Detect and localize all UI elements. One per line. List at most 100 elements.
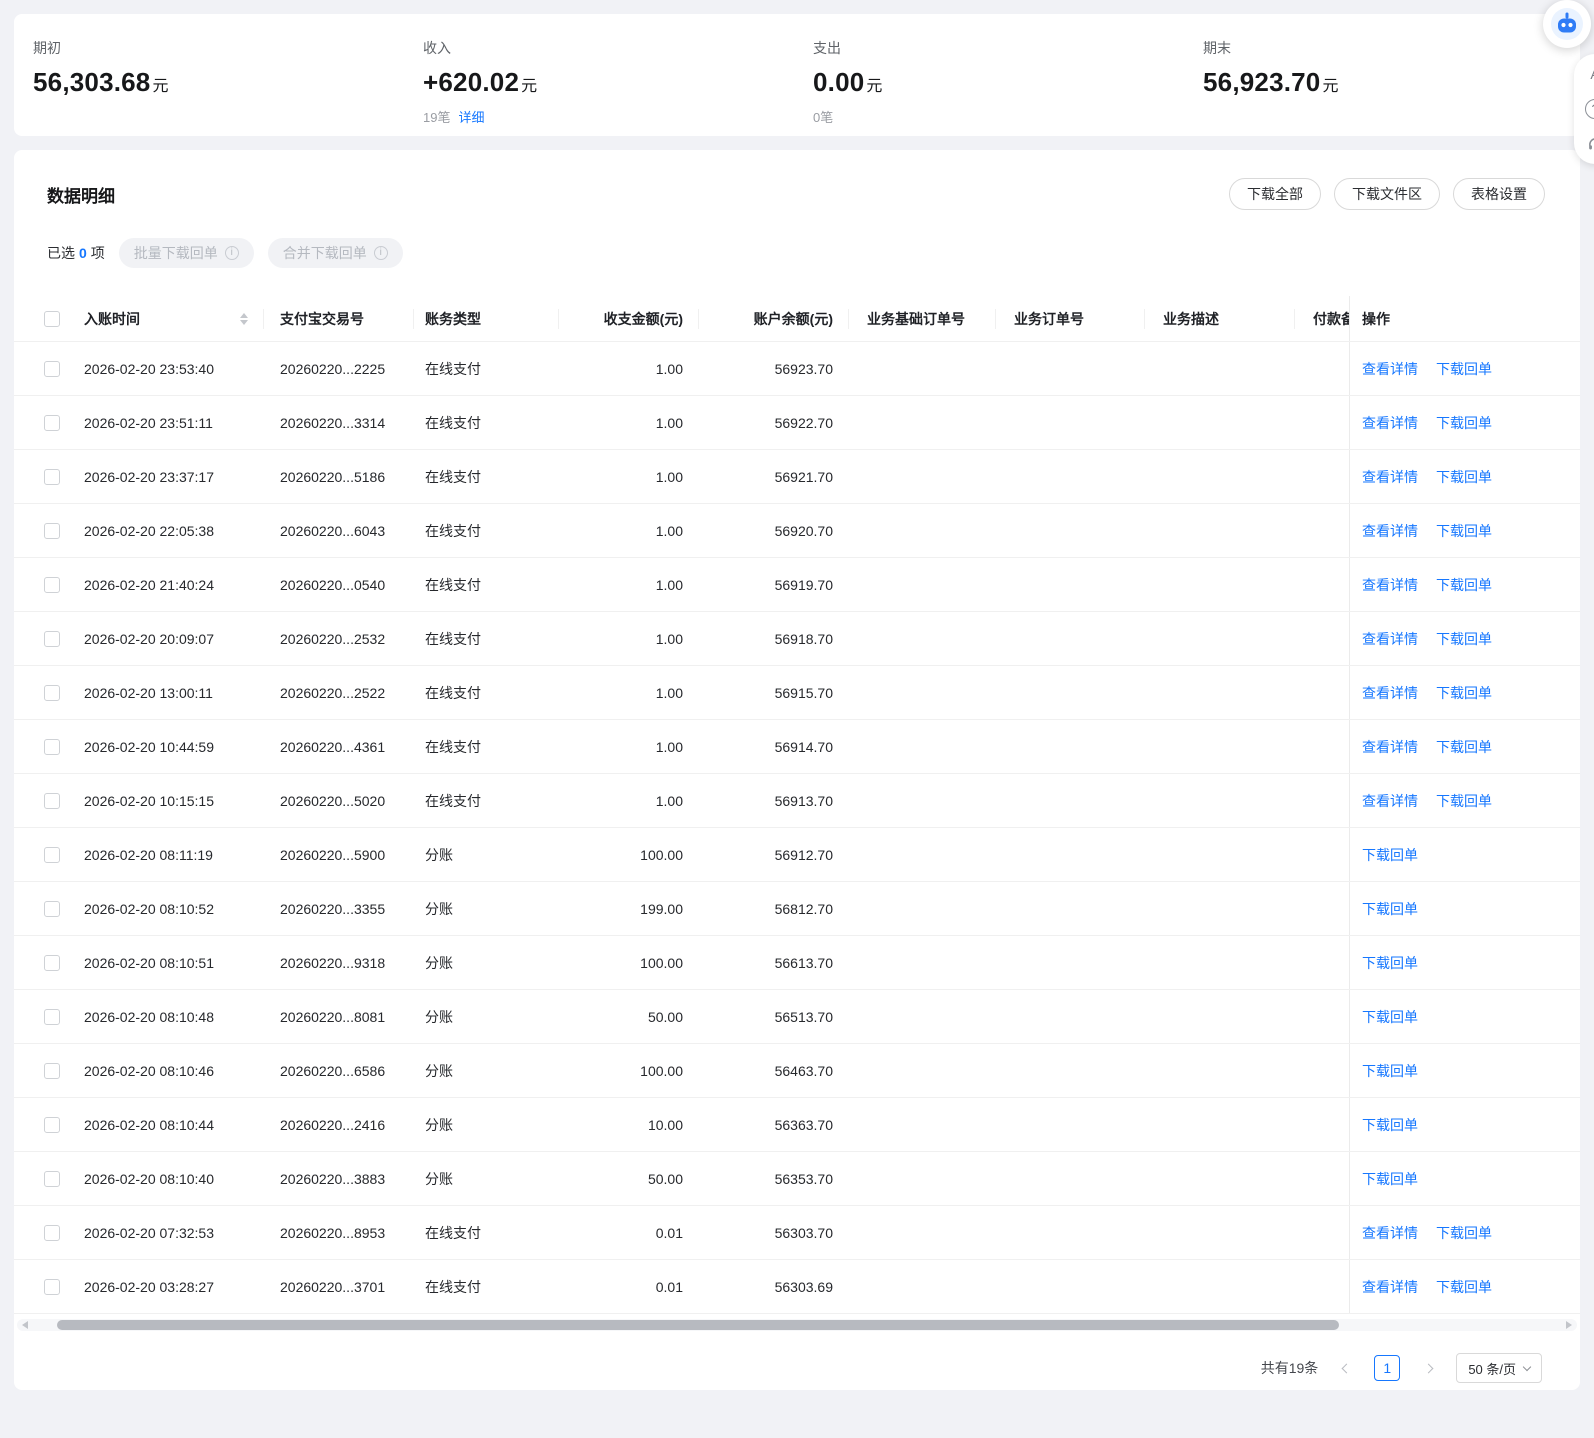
download-receipt-link[interactable]: 下载回单 [1362, 845, 1418, 865]
scrollbar-thumb[interactable] [57, 1320, 1339, 1330]
cell-actions: 查看详情下载回单 [1349, 450, 1580, 503]
row-checkbox[interactable] [44, 685, 60, 701]
table-row: 2026-02-20 10:44:5920260220...4361在线支付1.… [14, 720, 1580, 774]
row-checkbox[interactable] [44, 415, 60, 431]
row-checkbox[interactable] [44, 631, 60, 647]
cell-account-type: 在线支付 [414, 558, 559, 611]
column-header-1[interactable]: 入账时间 [74, 296, 264, 341]
view-detail-link[interactable]: 查看详情 [1362, 737, 1418, 757]
view-detail-link[interactable]: 查看详情 [1362, 413, 1418, 433]
cell-balance: 56303.69 [699, 1260, 849, 1313]
cell-payment-remark [1295, 720, 1349, 773]
row-checkbox[interactable] [44, 847, 60, 863]
download-receipt-link[interactable]: 下载回单 [1362, 1007, 1418, 1027]
cell-transaction-id: 20260220...5900 [264, 828, 414, 881]
view-detail-link[interactable]: 查看详情 [1362, 1223, 1418, 1243]
info-icon[interactable] [374, 246, 388, 260]
cell-actions: 下载回单 [1349, 1044, 1580, 1097]
row-checkbox[interactable] [44, 955, 60, 971]
scroll-left-arrow-icon[interactable] [22, 1321, 28, 1329]
download-receipt-link[interactable]: 下载回单 [1362, 899, 1418, 919]
assistant-a-icon[interactable]: A [1585, 64, 1594, 84]
prev-page-button[interactable] [1334, 1356, 1358, 1380]
view-detail-link[interactable]: 查看详情 [1362, 521, 1418, 541]
download-receipt-link[interactable]: 下载回单 [1436, 683, 1492, 703]
assistant-robot-icon[interactable] [1543, 0, 1591, 48]
download-receipt-link[interactable]: 下载回单 [1436, 521, 1492, 541]
help-icon[interactable]: ? [1585, 99, 1594, 119]
cell-business-order [996, 882, 1145, 935]
headset-icon[interactable] [1585, 134, 1594, 154]
download-receipt-link[interactable]: 下载回单 [1436, 629, 1492, 649]
download-receipt-link[interactable]: 下载回单 [1362, 1061, 1418, 1081]
cell-balance: 56921.70 [699, 450, 849, 503]
table-settings-button[interactable]: 表格设置 [1453, 178, 1545, 210]
download-receipt-link[interactable]: 下载回单 [1362, 1169, 1418, 1189]
download-receipt-link[interactable]: 下载回单 [1436, 1277, 1492, 1297]
view-detail-link[interactable]: 查看详情 [1362, 359, 1418, 379]
row-checkbox[interactable] [44, 361, 60, 377]
merge-download-button[interactable]: 合并下载回单 [268, 238, 403, 268]
download-receipt-link[interactable]: 下载回单 [1362, 1115, 1418, 1135]
batch-download-label: 批量下载回单 [134, 243, 218, 263]
table-row: 2026-02-20 23:53:4020260220...2225在线支付1.… [14, 342, 1580, 396]
income-detail-link[interactable]: 详细 [458, 110, 484, 125]
download-receipt-link[interactable]: 下载回单 [1436, 467, 1492, 487]
download-receipt-link[interactable]: 下载回单 [1436, 1223, 1492, 1243]
cell-description [1145, 774, 1295, 827]
row-checkbox[interactable] [44, 1171, 60, 1187]
cell-basic-order [849, 612, 996, 665]
row-checkbox[interactable] [44, 1225, 60, 1241]
download-file-area-button[interactable]: 下载文件区 [1334, 178, 1440, 210]
view-detail-link[interactable]: 查看详情 [1362, 1277, 1418, 1297]
view-detail-link[interactable]: 查看详情 [1362, 467, 1418, 487]
page-size-select[interactable]: 50 条/页 [1456, 1353, 1542, 1383]
cell-transaction-id: 20260220...0540 [264, 558, 414, 611]
cell-account-type: 在线支付 [414, 1260, 559, 1313]
row-checkbox[interactable] [44, 1063, 60, 1079]
batch-download-button[interactable]: 批量下载回单 [119, 238, 254, 268]
download-receipt-link[interactable]: 下载回单 [1362, 953, 1418, 973]
cell-amount: 100.00 [559, 828, 699, 881]
cell-account-type: 分账 [414, 1152, 559, 1205]
download-receipt-link[interactable]: 下载回单 [1436, 791, 1492, 811]
column-header-6: 业务基础订单号 [849, 296, 996, 341]
cell-account-type: 分账 [414, 1044, 559, 1097]
row-checkbox-cell [14, 342, 74, 395]
download-receipt-link[interactable]: 下载回单 [1436, 359, 1492, 379]
row-checkbox[interactable] [44, 469, 60, 485]
cell-account-type: 在线支付 [414, 612, 559, 665]
download-receipt-link[interactable]: 下载回单 [1436, 575, 1492, 595]
chevron-left-icon [1341, 1363, 1351, 1373]
sort-icon[interactable] [240, 313, 254, 325]
row-checkbox[interactable] [44, 577, 60, 593]
scroll-right-arrow-icon[interactable] [1566, 1321, 1572, 1329]
cell-account-type: 在线支付 [414, 342, 559, 395]
row-checkbox[interactable] [44, 1009, 60, 1025]
current-page-button[interactable]: 1 [1374, 1355, 1400, 1381]
view-detail-link[interactable]: 查看详情 [1362, 575, 1418, 595]
download-receipt-link[interactable]: 下载回单 [1436, 737, 1492, 757]
cell-business-order [996, 774, 1145, 827]
cell-payment-remark [1295, 1260, 1349, 1313]
info-icon[interactable] [225, 246, 239, 260]
cell-transaction-id: 20260220...2416 [264, 1098, 414, 1151]
row-checkbox[interactable] [44, 1279, 60, 1295]
row-checkbox[interactable] [44, 739, 60, 755]
cell-balance: 56919.70 [699, 558, 849, 611]
download-receipt-link[interactable]: 下载回单 [1436, 413, 1492, 433]
cell-entry-time: 2026-02-20 22:05:38 [74, 504, 264, 557]
view-detail-link[interactable]: 查看详情 [1362, 683, 1418, 703]
view-detail-link[interactable]: 查看详情 [1362, 629, 1418, 649]
view-detail-link[interactable]: 查看详情 [1362, 791, 1418, 811]
select-all-checkbox[interactable] [44, 311, 60, 327]
row-checkbox[interactable] [44, 901, 60, 917]
row-checkbox[interactable] [44, 1117, 60, 1133]
cell-description [1145, 342, 1295, 395]
next-page-button[interactable] [1416, 1356, 1440, 1380]
row-checkbox[interactable] [44, 523, 60, 539]
row-checkbox[interactable] [44, 793, 60, 809]
horizontal-scrollbar[interactable] [17, 1319, 1577, 1331]
download-all-button[interactable]: 下载全部 [1229, 178, 1321, 210]
page-title: 数据明细 [47, 182, 115, 207]
